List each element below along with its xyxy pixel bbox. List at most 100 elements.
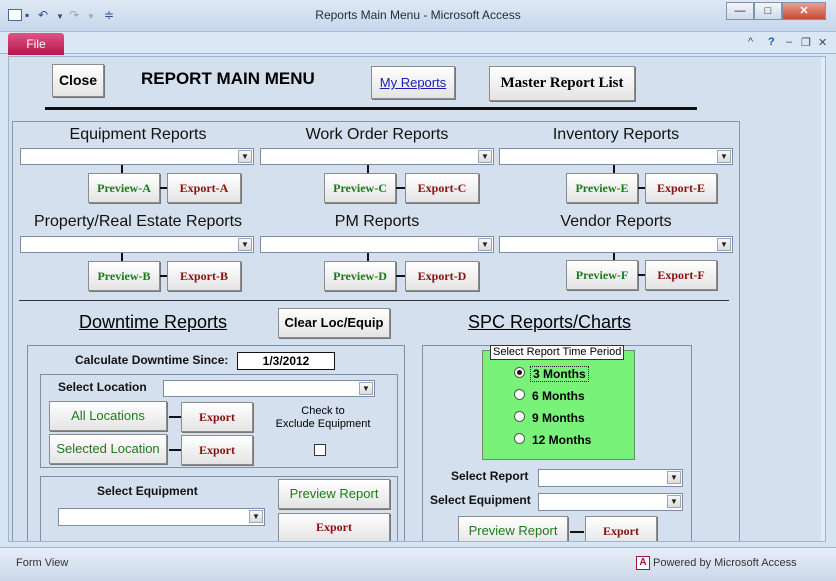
connector — [396, 275, 405, 277]
export-c-button[interactable]: Export-C — [405, 173, 479, 203]
preview-d-button[interactable]: Preview-D — [324, 261, 396, 291]
doc-restore-icon[interactable]: ❐ — [801, 36, 811, 49]
period-9-months-radio[interactable] — [514, 411, 525, 422]
connector — [638, 274, 645, 276]
vendor-reports-title: Vendor Reports — [560, 213, 672, 230]
ribbon-bar — [0, 32, 836, 54]
downtime-since-field[interactable]: 1/3/2012 — [237, 352, 335, 370]
chevron-down-icon[interactable]: ▼ — [238, 150, 252, 163]
close-window-button[interactable]: ✕ — [782, 2, 826, 20]
help-icon[interactable]: ? — [768, 36, 775, 48]
maximize-button[interactable]: □ — [754, 2, 782, 20]
chevron-down-icon[interactable]: ▼ — [478, 150, 492, 163]
header-divider — [45, 107, 697, 110]
spc-reports-title: SPC Reports/Charts — [468, 312, 632, 332]
period-12-months-radio[interactable] — [514, 433, 525, 444]
property-reports-title: Property/Real Estate Reports — [33, 213, 243, 230]
preview-f-button[interactable]: Preview-F — [566, 260, 638, 290]
inventory-reports-select[interactable]: ▼ — [499, 148, 733, 165]
spc-select-report-label: Select Report — [451, 469, 529, 483]
close-form-button[interactable]: Close — [52, 64, 104, 97]
minimize-button[interactable]: — — [726, 2, 754, 20]
my-reports-label: My Reports — [379, 75, 447, 90]
clear-loc-equip-button[interactable]: Clear Loc/Equip — [278, 308, 390, 338]
chevron-down-icon[interactable]: ▼ — [359, 382, 373, 395]
exclude-equipment-label: Check to Exclude Equipment — [275, 405, 371, 430]
export-b-button[interactable]: Export-B — [167, 261, 241, 291]
chevron-down-icon[interactable]: ▼ — [249, 510, 263, 523]
chevron-down-icon[interactable]: ▼ — [667, 495, 681, 508]
period-6-months-label[interactable]: 6 Months — [532, 389, 585, 403]
connector — [169, 416, 181, 418]
all-locations-button[interactable]: All Locations — [49, 401, 167, 431]
all-locations-export-button[interactable]: Export — [181, 402, 253, 432]
connector — [638, 187, 645, 189]
spc-equipment-select[interactable]: ▼ — [538, 493, 683, 511]
equipment-reports-title: Equipment Reports — [69, 126, 207, 143]
file-tab[interactable]: File — [8, 33, 64, 55]
select-location-label: Select Location — [58, 380, 147, 394]
my-reports-button[interactable]: My Reports — [371, 66, 455, 99]
connector — [570, 531, 584, 533]
export-f-button[interactable]: Export-F — [645, 260, 717, 290]
title-bar: ▪ ↶ ▼ ↷ ▼ ≑ Reports Main Menu - Microsof… — [0, 0, 836, 32]
window-title: Reports Main Menu - Microsoft Access — [315, 8, 521, 22]
section-divider — [19, 300, 729, 301]
preview-a-button[interactable]: Preview-A — [88, 173, 160, 203]
status-bar: Form View A Powered by Microsoft Access — [0, 547, 836, 581]
location-select[interactable]: ▼ — [163, 380, 375, 397]
chevron-down-icon[interactable]: ▼ — [478, 238, 492, 251]
spc-export-button[interactable]: Export — [585, 516, 657, 541]
calculate-downtime-label: Calculate Downtime Since: — [75, 353, 229, 367]
connector — [160, 275, 167, 277]
period-12-months-label[interactable]: 12 Months — [532, 433, 591, 447]
period-3-months-radio[interactable] — [514, 367, 525, 378]
selected-location-button[interactable]: Selected Location — [49, 434, 167, 464]
export-a-button[interactable]: Export-A — [167, 173, 241, 203]
property-reports-select[interactable]: ▼ — [20, 236, 254, 253]
select-equipment-label: Select Equipment — [97, 484, 198, 498]
preview-c-button[interactable]: Preview-C — [324, 173, 396, 203]
equipment-select[interactable]: ▼ — [58, 508, 265, 526]
connector — [169, 449, 181, 451]
period-6-months-radio[interactable] — [514, 389, 525, 400]
vendor-reports-select[interactable]: ▼ — [499, 236, 733, 253]
master-report-list-button[interactable]: Master Report List — [489, 66, 635, 101]
downtime-reports-title: Downtime Reports — [79, 312, 228, 332]
export-d-button[interactable]: Export-D — [405, 261, 479, 291]
chevron-down-icon[interactable]: ▼ — [717, 238, 731, 251]
pm-reports-select[interactable]: ▼ — [260, 236, 494, 253]
ribbon-expand-icon[interactable]: ^ — [748, 36, 753, 48]
form-canvas: Close REPORT MAIN MENU My Reports Master… — [8, 56, 826, 542]
downtime-export-button[interactable]: Export — [278, 513, 390, 541]
downtime-preview-report-button[interactable]: Preview Report — [278, 479, 390, 509]
connector — [160, 187, 167, 189]
page-title: REPORT MAIN MENU — [141, 69, 315, 88]
chevron-down-icon[interactable]: ▼ — [667, 471, 681, 484]
doc-close-icon[interactable]: ✕ — [818, 36, 827, 49]
view-mode-label: Form View — [16, 557, 69, 569]
spc-select-equipment-label: Select Equipment — [430, 493, 531, 507]
preview-e-button[interactable]: Preview-E — [566, 173, 638, 203]
pm-reports-title: PM Reports — [334, 213, 420, 230]
chevron-down-icon[interactable]: ▼ — [717, 150, 731, 163]
frame-scrollbar[interactable] — [821, 57, 825, 541]
powered-by-label: Powered by Microsoft Access — [653, 557, 797, 569]
period-9-months-label[interactable]: 9 Months — [532, 411, 585, 425]
preview-b-button[interactable]: Preview-B — [88, 261, 160, 291]
export-e-button[interactable]: Export-E — [645, 173, 717, 203]
spc-preview-report-button[interactable]: Preview Report — [458, 516, 568, 541]
period-3-months-label[interactable]: 3 Months — [530, 366, 589, 382]
doc-minimize-icon[interactable]: – — [786, 36, 792, 48]
inventory-reports-title: Inventory Reports — [552, 126, 680, 143]
connector — [396, 187, 405, 189]
spc-report-select[interactable]: ▼ — [538, 469, 683, 487]
work-order-reports-select[interactable]: ▼ — [260, 148, 494, 165]
chevron-down-icon[interactable]: ▼ — [238, 238, 252, 251]
selected-location-export-button[interactable]: Export — [181, 435, 253, 465]
access-logo-icon: A — [636, 556, 650, 570]
exclude-equipment-checkbox[interactable] — [314, 444, 326, 456]
time-period-label: Select Report Time Period — [490, 345, 625, 360]
work-order-reports-title: Work Order Reports — [305, 126, 449, 143]
equipment-reports-select[interactable]: ▼ — [20, 148, 254, 165]
